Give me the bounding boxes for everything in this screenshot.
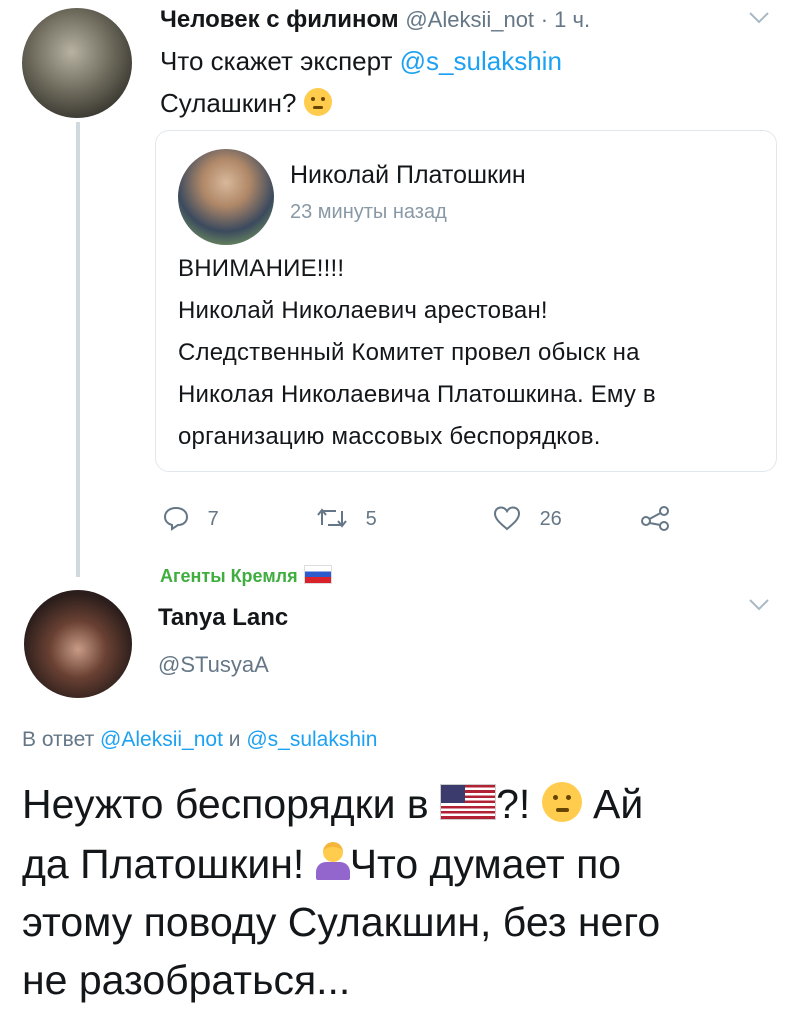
reply-count: 7 bbox=[207, 508, 219, 530]
tweet-header: Человек с филином @Aleksii_not · 1 ч. bbox=[160, 6, 590, 34]
reply-author-handle[interactable]: @STusyaA bbox=[158, 652, 269, 678]
quoted-author-name: Николай Платошкин bbox=[290, 161, 526, 189]
quoted-text-line: организацию массовых беспорядков. bbox=[178, 423, 601, 450]
reply-icon bbox=[163, 506, 189, 531]
russia-flag-icon bbox=[303, 565, 332, 584]
thread-connector bbox=[76, 122, 80, 577]
reply-text-line: не разобраться... bbox=[22, 957, 351, 1003]
quoted-text-line: ВНИМАНИЕ!!!! bbox=[178, 255, 345, 282]
quoted-author-avatar bbox=[178, 149, 274, 245]
mention-link[interactable]: @Aleksii_not bbox=[100, 728, 223, 751]
retweet-count: 5 bbox=[365, 508, 377, 530]
reply-text-line: да Платошкин! Что думает по bbox=[22, 841, 622, 887]
us-flag-icon bbox=[440, 784, 497, 820]
quoted-tweet-card[interactable]: Николай Платошкин 23 минуты назад ВНИМАН… bbox=[155, 130, 777, 472]
chevron-down-icon[interactable] bbox=[748, 598, 770, 617]
quoted-text-line: Николая Николаевича Платошкина. Ему в bbox=[178, 381, 656, 408]
reply-button[interactable]: 7 bbox=[162, 505, 219, 531]
tweet-text-line: Что скажет эксперт @s_sulakshin bbox=[160, 46, 562, 76]
reply-author-name[interactable]: Tanya Lanc bbox=[158, 604, 288, 632]
author-name[interactable]: Человек с филином bbox=[160, 6, 399, 33]
thinking-face-icon bbox=[303, 88, 332, 116]
tweet-text-line: Сулашкин? bbox=[160, 88, 332, 119]
share-button[interactable] bbox=[640, 505, 670, 531]
retweet-icon bbox=[317, 508, 347, 528]
shrug-icon bbox=[315, 842, 350, 882]
quoted-text-line: Николай Николаевич арестован! bbox=[178, 297, 548, 324]
like-button[interactable]: 26 bbox=[492, 505, 562, 531]
chevron-down-icon[interactable] bbox=[748, 8, 770, 31]
thinking-face-icon bbox=[541, 782, 582, 822]
like-icon bbox=[493, 506, 521, 531]
retweet-button[interactable]: 5 bbox=[316, 505, 377, 531]
quoted-time: 23 минуты назад bbox=[290, 201, 447, 223]
reply-text-line: этому поводу Сулакшин, без него bbox=[22, 899, 661, 945]
author-handle[interactable]: @Aleksii_not bbox=[405, 7, 534, 32]
quoted-text-line: Следственный Комитет провел обыск на bbox=[178, 339, 640, 366]
share-icon bbox=[641, 506, 669, 531]
author-avatar[interactable] bbox=[22, 8, 132, 118]
reply-text-line: Неужто беспорядки в ?! Ай bbox=[22, 781, 644, 827]
reply-author-avatar[interactable] bbox=[24, 590, 132, 698]
mention-link[interactable]: @s_sulakshin bbox=[400, 46, 562, 76]
tweet-time[interactable]: · 1 ч. bbox=[541, 7, 590, 32]
like-count: 26 bbox=[539, 508, 562, 530]
reply-context: В ответ @Aleksii_not и @s_sulakshin bbox=[22, 728, 378, 751]
mention-link[interactable]: @s_sulakshin bbox=[246, 728, 377, 751]
group-label: Агенты Кремля bbox=[160, 565, 332, 587]
